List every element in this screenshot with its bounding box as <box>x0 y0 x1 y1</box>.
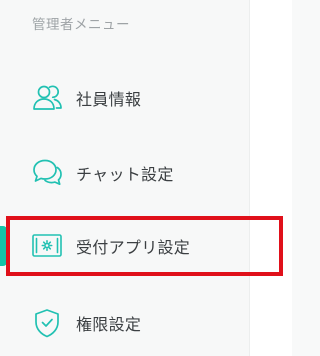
shield-check-icon <box>31 307 63 339</box>
sidebar-item-label: 権限設定 <box>76 315 142 334</box>
sidebar-item-reception-app-settings[interactable]: 受付アプリ設定 <box>0 222 249 270</box>
chat-bubbles-icon <box>31 157 63 189</box>
tablet-settings-icon <box>31 230 63 262</box>
main-content-edge <box>249 0 292 356</box>
section-title: 管理者メニュー <box>32 17 130 33</box>
sidebar-item-label: チャット設定 <box>76 165 174 184</box>
sidebar-item-label: 社員情報 <box>76 90 142 109</box>
sidebar-item-chat-settings[interactable]: チャット設定 <box>0 149 249 197</box>
admin-sidebar: 管理者メニュー 社員情報 チャット設定 受付アプリ設定 権限設定 <box>0 0 249 356</box>
sidebar-item-label: 受付アプリ設定 <box>76 238 191 257</box>
sidebar-item-permission-settings[interactable]: 権限設定 <box>0 299 249 347</box>
users-icon <box>31 82 63 114</box>
sidebar-item-employee-info[interactable]: 社員情報 <box>0 74 249 122</box>
